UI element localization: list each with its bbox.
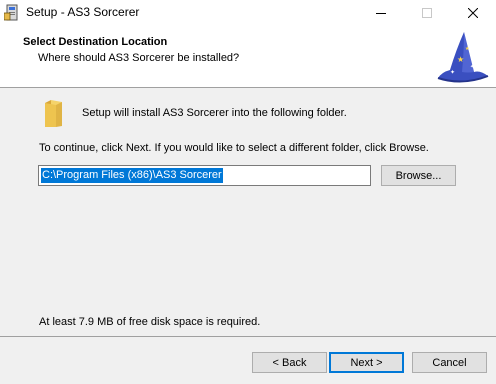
wizard-header: Select Destination Location Where should… [0,26,496,87]
disk-space-text: At least 7.9 MB of free disk space is re… [39,316,261,328]
svg-text:★: ★ [465,46,470,52]
folder-icon [45,100,62,127]
wizard-body: Setup will install AS3 Sorcerer into the… [0,88,496,336]
destination-path-value: C:\Program Files (x86)\AS3 Sorcerer [41,168,223,183]
maximize-button[interactable] [404,0,450,26]
maximize-icon [422,8,432,18]
setup-window: Setup - AS3 Sorcerer Select Destination … [0,0,496,384]
window-title: Setup - AS3 Sorcerer [26,5,140,19]
instruction-text: To continue, click Next. If you would li… [39,142,429,154]
wizard-footer: < Back Next > Cancel [0,337,496,384]
destination-path-input[interactable]: C:\Program Files (x86)\AS3 Sorcerer [38,165,371,186]
minimize-icon [376,13,386,14]
browse-button[interactable]: Browse... [381,165,456,186]
minimize-button[interactable] [358,0,404,26]
wizard-hat-image: ★ ★ ✦ ✦ [437,32,489,83]
back-button[interactable]: < Back [252,352,327,373]
close-button[interactable] [450,0,496,26]
intro-text: Setup will install AS3 Sorcerer into the… [82,107,347,119]
title-bar[interactable]: Setup - AS3 Sorcerer [0,0,496,26]
svg-text:✦: ✦ [450,69,455,76]
next-button[interactable]: Next > [329,352,404,373]
svg-text:★: ★ [457,55,464,64]
setup-icon [4,4,18,21]
svg-text:✦: ✦ [470,64,474,70]
close-icon [468,8,478,18]
cancel-button[interactable]: Cancel [412,352,487,373]
page-title: Select Destination Location [23,36,168,48]
page-subtitle: Where should AS3 Sorcerer be installed? [38,52,240,64]
